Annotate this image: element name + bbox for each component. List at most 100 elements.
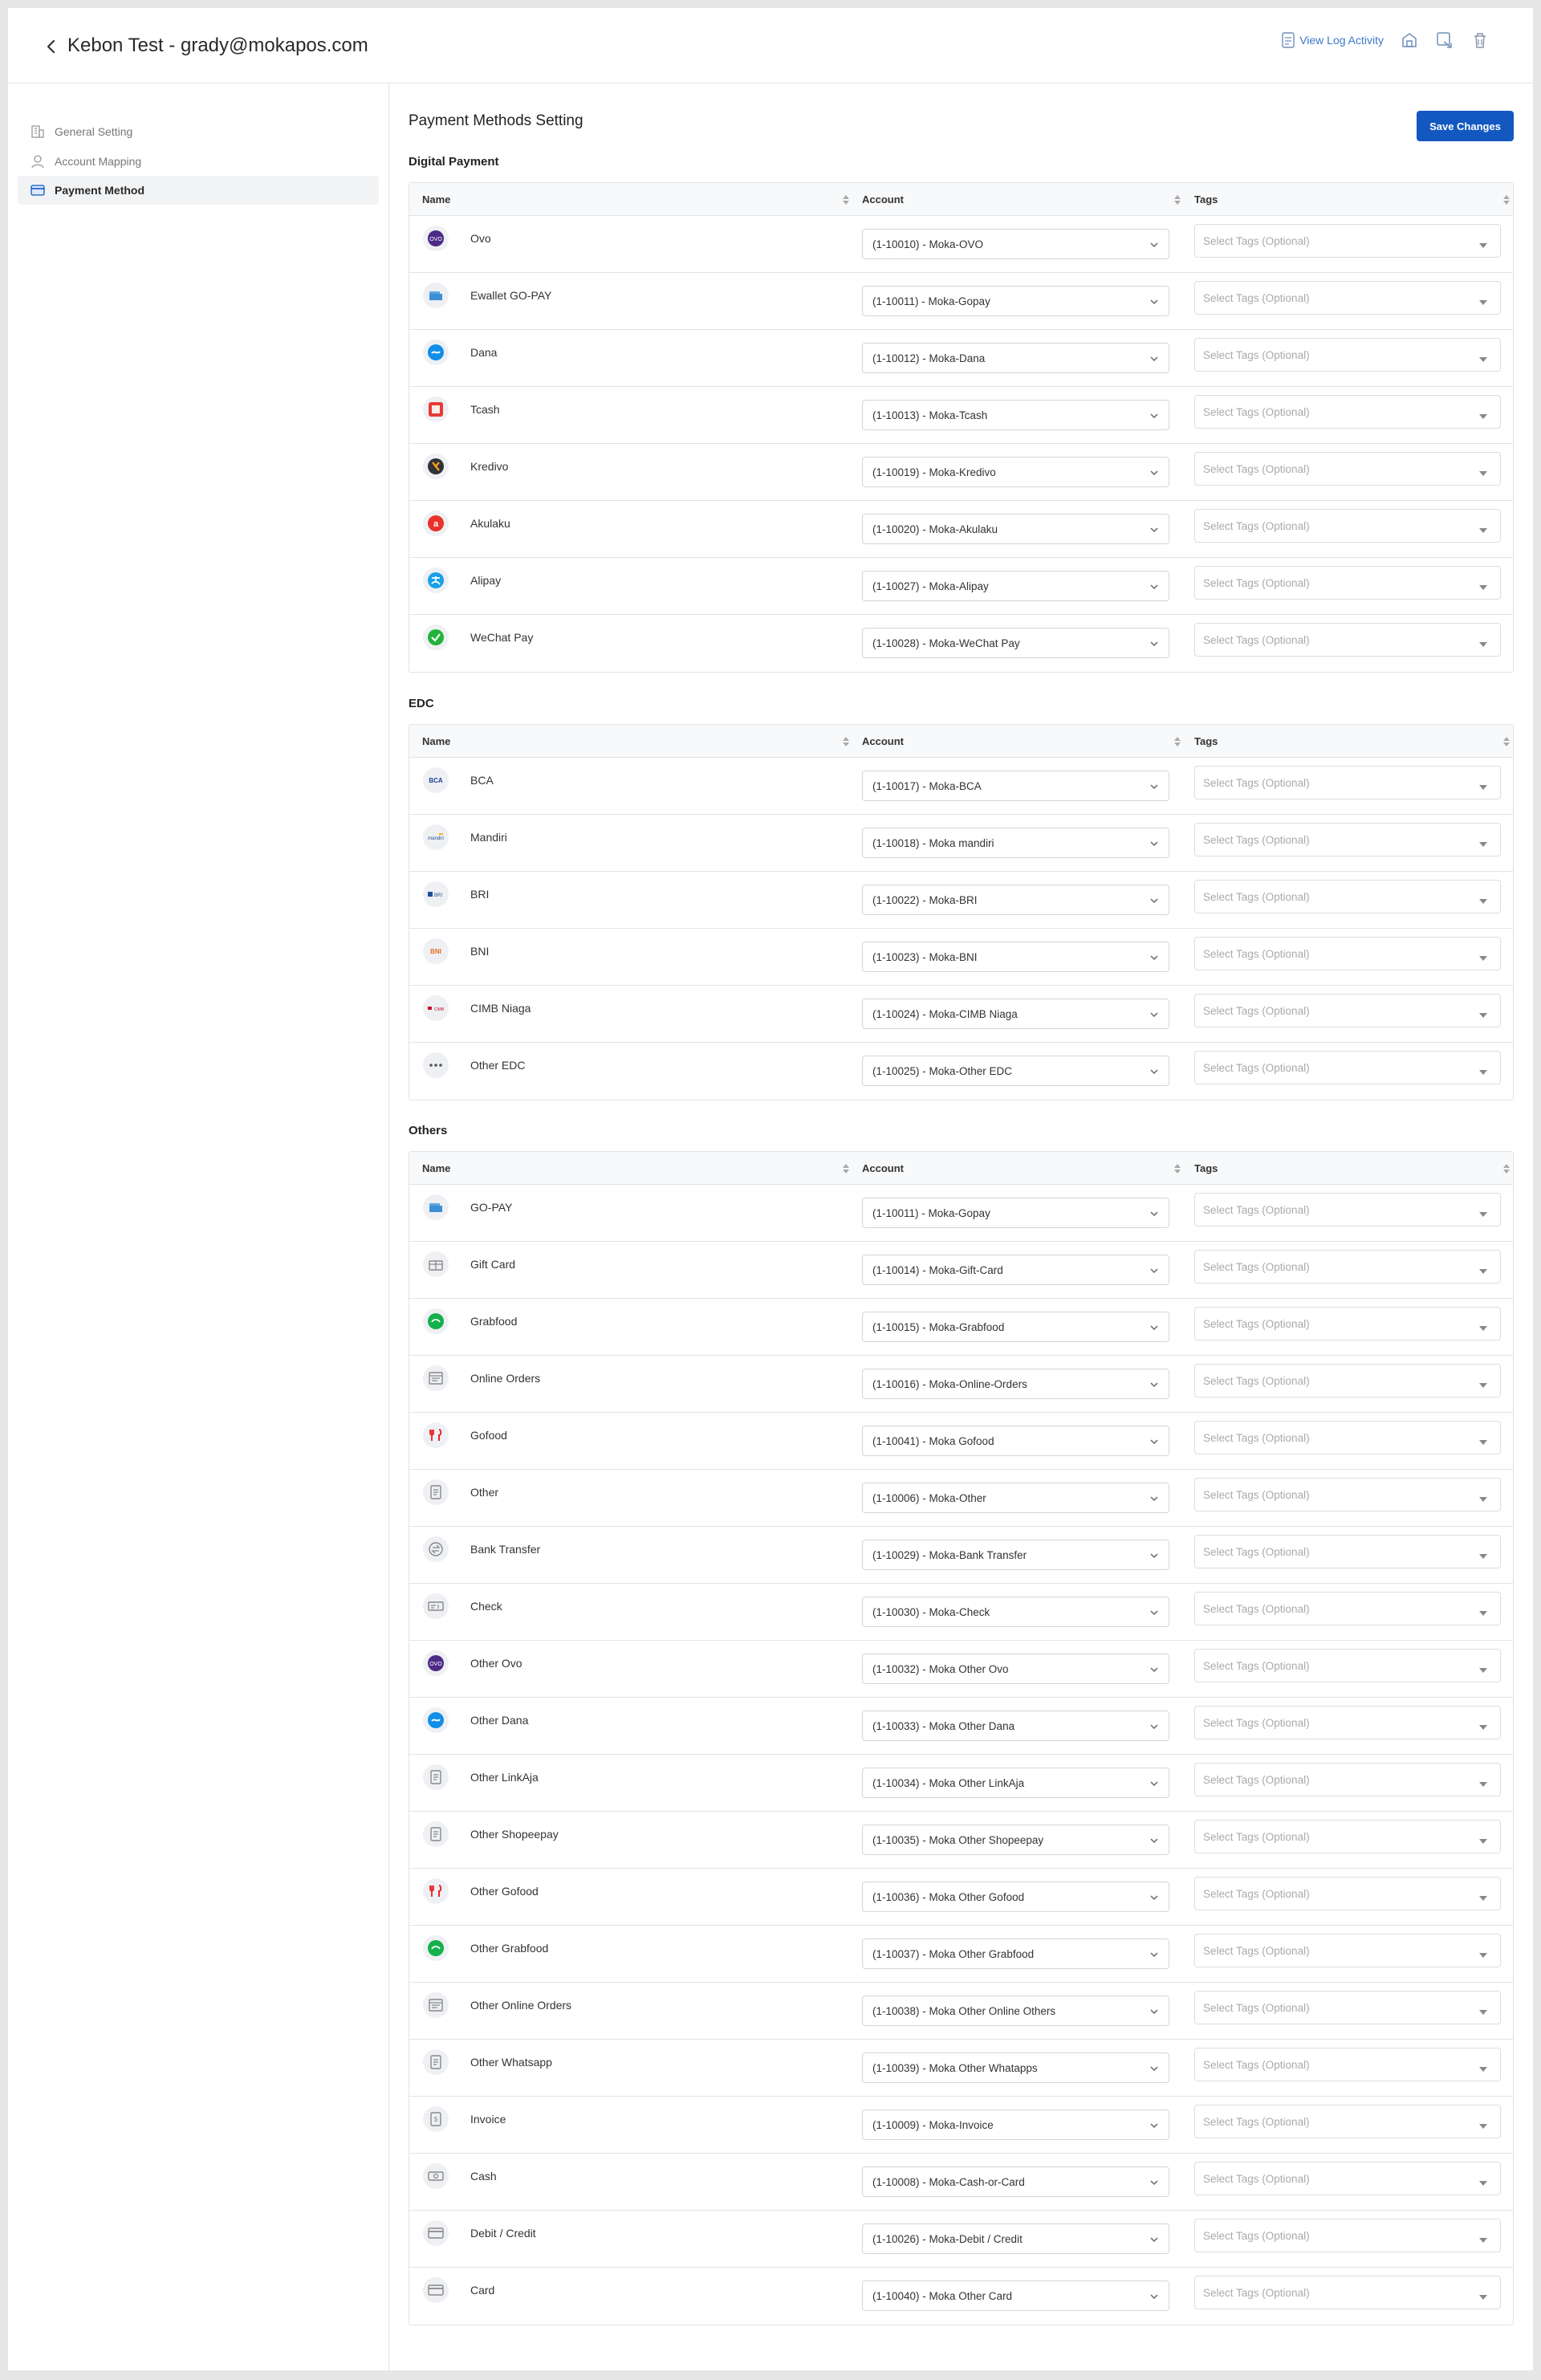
account-select[interactable]: (1-10014) - Moka-Gift-Card — [862, 1255, 1169, 1285]
tags-select[interactable]: Select Tags (Optional) — [1194, 1934, 1501, 1967]
account-select[interactable]: (1-10027) - Moka-Alipay — [862, 571, 1169, 601]
tags-select[interactable]: Select Tags (Optional) — [1194, 880, 1501, 913]
account-select[interactable]: (1-10017) - Moka-BCA — [862, 771, 1169, 801]
tags-select[interactable]: Select Tags (Optional) — [1194, 224, 1501, 258]
tags-select[interactable]: Select Tags (Optional) — [1194, 1250, 1501, 1284]
tags-select[interactable]: Select Tags (Optional) — [1194, 1991, 1501, 2024]
column-header-tags[interactable]: Tags — [1194, 725, 1218, 757]
account-select[interactable]: (1-10040) - Moka Other Card — [862, 2280, 1169, 2311]
account-select[interactable]: (1-10019) - Moka-Kredivo — [862, 457, 1169, 487]
view-log-activity-link[interactable]: View Log Activity — [1282, 32, 1384, 48]
back-arrow-icon[interactable] — [40, 35, 63, 58]
tags-select[interactable]: Select Tags (Optional) — [1194, 338, 1501, 372]
column-header-name[interactable]: Name — [422, 725, 450, 757]
column-header-account[interactable]: Account — [862, 1152, 904, 1184]
account-select[interactable]: (1-10035) - Moka Other Shopeepay — [862, 1825, 1169, 1855]
tags-select[interactable]: Select Tags (Optional) — [1194, 1763, 1501, 1796]
trash-icon[interactable] — [1470, 31, 1490, 50]
sidebar-item-general-setting[interactable]: General Setting — [18, 117, 379, 146]
sort-icon[interactable] — [843, 1163, 849, 1174]
tags-select[interactable]: Select Tags (Optional) — [1194, 1307, 1501, 1341]
account-select[interactable]: (1-10028) - Moka-WeChat Pay — [862, 628, 1169, 658]
account-select[interactable]: (1-10020) - Moka-Akulaku — [862, 514, 1169, 544]
tags-select[interactable]: Select Tags (Optional) — [1194, 766, 1501, 799]
sort-icon[interactable] — [843, 736, 849, 747]
column-header-tags[interactable]: Tags — [1194, 1152, 1218, 1184]
column-header-tags[interactable]: Tags — [1194, 183, 1218, 215]
tags-select[interactable]: Select Tags (Optional) — [1194, 509, 1501, 543]
account-select[interactable]: (1-10015) - Moka-Grabfood — [862, 1312, 1169, 1342]
account-select[interactable]: (1-10016) - Moka-Online-Orders — [862, 1369, 1169, 1399]
tags-select[interactable]: Select Tags (Optional) — [1194, 1706, 1501, 1739]
tags-select[interactable]: Select Tags (Optional) — [1194, 1820, 1501, 1853]
tags-select[interactable]: Select Tags (Optional) — [1194, 1478, 1501, 1511]
column-header-name[interactable]: Name — [422, 1152, 450, 1184]
sidebar-item-account-mapping[interactable]: Account Mapping — [18, 147, 379, 176]
tags-select[interactable]: Select Tags (Optional) — [1194, 1051, 1501, 1084]
account-select[interactable]: (1-10022) - Moka-BRI — [862, 885, 1169, 915]
account-select-value: (1-10037) - Moka Other Grabfood — [872, 1947, 1035, 1960]
column-header-account[interactable]: Account — [862, 183, 904, 215]
column-header-name[interactable]: Name — [422, 183, 450, 215]
sort-icon[interactable] — [1503, 736, 1510, 747]
account-select[interactable]: (1-10008) - Moka-Cash-or-Card — [862, 2166, 1169, 2197]
tags-select[interactable]: Select Tags (Optional) — [1194, 281, 1501, 315]
account-select[interactable]: (1-10033) - Moka Other Dana — [862, 1711, 1169, 1741]
tags-select[interactable]: Select Tags (Optional) — [1194, 1592, 1501, 1625]
tags-placeholder: Select Tags (Optional) — [1203, 1602, 1310, 1615]
tags-select[interactable]: Select Tags (Optional) — [1194, 2276, 1501, 2309]
account-select[interactable]: (1-10012) - Moka-Dana — [862, 343, 1169, 373]
account-select[interactable]: (1-10037) - Moka Other Grabfood — [862, 1939, 1169, 1969]
account-select[interactable]: (1-10023) - Moka-BNI — [862, 942, 1169, 972]
tags-select[interactable]: Select Tags (Optional) — [1194, 2048, 1501, 2081]
tags-select[interactable]: Select Tags (Optional) — [1194, 1421, 1501, 1454]
column-header-account[interactable]: Account — [862, 725, 904, 757]
account-select[interactable]: (1-10026) - Moka-Debit / Credit — [862, 2223, 1169, 2254]
tags-select[interactable]: Select Tags (Optional) — [1194, 2105, 1501, 2138]
account-select[interactable]: (1-10034) - Moka Other LinkAja — [862, 1768, 1169, 1798]
account-select[interactable]: (1-10010) - Moka-OVO — [862, 229, 1169, 259]
sort-icon[interactable] — [1174, 736, 1181, 747]
tags-select[interactable]: Select Tags (Optional) — [1194, 823, 1501, 856]
sort-icon[interactable] — [1174, 194, 1181, 205]
account-select[interactable]: (1-10025) - Moka-Other EDC — [862, 1056, 1169, 1086]
account-select[interactable]: (1-10030) - Moka-Check — [862, 1597, 1169, 1627]
tags-select[interactable]: Select Tags (Optional) — [1194, 1877, 1501, 1910]
account-select[interactable]: (1-10036) - Moka Other Gofood — [862, 1882, 1169, 1912]
sort-icon[interactable] — [1174, 1163, 1181, 1174]
account-select[interactable]: (1-10041) - Moka Gofood — [862, 1426, 1169, 1456]
account-select[interactable]: (1-10011) - Moka-Gopay — [862, 286, 1169, 316]
sort-icon[interactable] — [1503, 194, 1510, 205]
tags-select[interactable]: Select Tags (Optional) — [1194, 937, 1501, 970]
sort-icon[interactable] — [1503, 1163, 1510, 1174]
tags-select[interactable]: Select Tags (Optional) — [1194, 1649, 1501, 1682]
sidebar-item-payment-method[interactable]: Payment Method — [18, 176, 379, 205]
tags-select[interactable]: Select Tags (Optional) — [1194, 1193, 1501, 1227]
tags-select[interactable]: Select Tags (Optional) — [1194, 623, 1501, 657]
tags-select[interactable]: Select Tags (Optional) — [1194, 1364, 1501, 1397]
payment-name: Other Ovo — [470, 1657, 522, 1670]
tags-select[interactable]: Select Tags (Optional) — [1194, 1535, 1501, 1568]
tags-select[interactable]: Select Tags (Optional) — [1194, 2162, 1501, 2195]
account-select[interactable]: (1-10011) - Moka-Gopay — [862, 1198, 1169, 1228]
save-changes-button[interactable]: Save Changes — [1417, 111, 1514, 141]
account-select[interactable]: (1-10013) - Moka-Tcash — [862, 400, 1169, 430]
caret-down-icon — [1479, 2233, 1487, 2243]
account-select[interactable]: (1-10032) - Moka Other Ovo — [862, 1654, 1169, 1684]
chevron-down-icon — [1149, 953, 1159, 962]
account-select[interactable]: (1-10029) - Moka-Bank Transfer — [862, 1540, 1169, 1570]
store-icon[interactable] — [1400, 31, 1419, 50]
export-icon[interactable] — [1435, 31, 1454, 50]
account-select[interactable]: (1-10038) - Moka Other Online Others — [862, 1996, 1169, 2026]
tags-select[interactable]: Select Tags (Optional) — [1194, 2219, 1501, 2252]
tags-select[interactable]: Select Tags (Optional) — [1194, 566, 1501, 600]
account-select[interactable]: (1-10006) - Moka-Other — [862, 1483, 1169, 1513]
sort-icon[interactable] — [843, 194, 849, 205]
tags-select[interactable]: Select Tags (Optional) — [1194, 452, 1501, 486]
tags-select[interactable]: Select Tags (Optional) — [1194, 395, 1501, 429]
tags-select[interactable]: Select Tags (Optional) — [1194, 994, 1501, 1027]
account-select[interactable]: (1-10039) - Moka Other Whatapps — [862, 2052, 1169, 2083]
account-select[interactable]: (1-10009) - Moka-Invoice — [862, 2109, 1169, 2140]
account-select[interactable]: (1-10018) - Moka mandiri — [862, 828, 1169, 858]
account-select[interactable]: (1-10024) - Moka-CIMB Niaga — [862, 999, 1169, 1029]
